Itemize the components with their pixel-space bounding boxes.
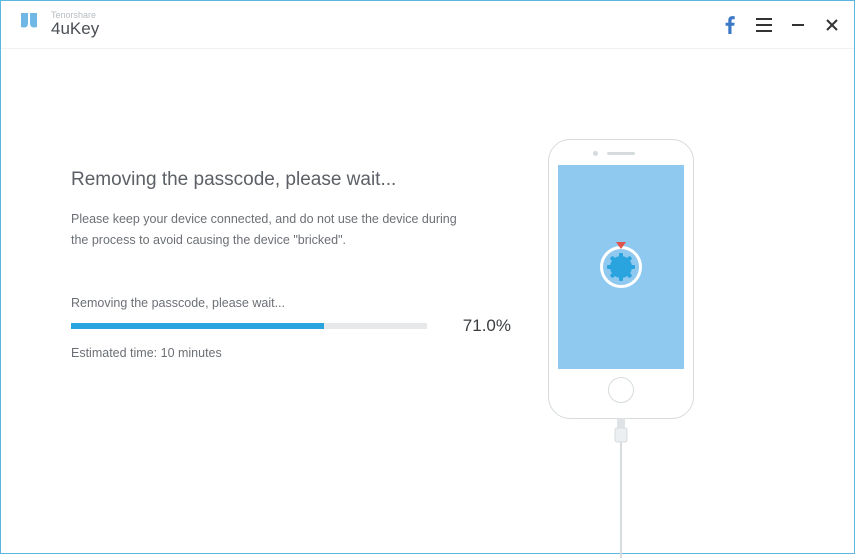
- app-window: Tenorshare 4uKey Removing the passcode, …: [0, 0, 855, 554]
- progress-bar: [71, 323, 427, 329]
- status-description: Please keep your device connected, and d…: [71, 209, 471, 252]
- progress-spinner-icon: [600, 246, 642, 288]
- facebook-icon[interactable]: [720, 15, 740, 35]
- brand-block: Tenorshare 4uKey: [17, 10, 99, 39]
- progress-row: 71.0%: [71, 316, 511, 336]
- close-button[interactable]: [822, 15, 842, 35]
- cable-icon: [611, 418, 631, 558]
- product-name: 4uKey: [51, 20, 99, 39]
- title-bar: Tenorshare 4uKey: [1, 1, 854, 49]
- gear-icon: [610, 256, 632, 278]
- left-pane: Removing the passcode, please wait... Pl…: [71, 119, 511, 523]
- phone-speaker-icon: [607, 152, 635, 155]
- minimize-button[interactable]: [788, 15, 808, 35]
- progress-label: Removing the passcode, please wait...: [71, 296, 511, 310]
- progress-fill: [71, 323, 324, 329]
- phone-home-button-icon: [608, 377, 634, 403]
- phone-camera-icon: [593, 151, 598, 156]
- right-pane: [511, 119, 731, 523]
- main-content: Removing the passcode, please wait... Pl…: [1, 49, 854, 553]
- brand-text: Tenorshare 4uKey: [51, 11, 99, 39]
- progress-percent: 71.0%: [463, 316, 511, 336]
- status-heading: Removing the passcode, please wait...: [71, 169, 511, 191]
- estimated-time: Estimated time: 10 minutes: [71, 346, 511, 360]
- menu-icon[interactable]: [754, 15, 774, 35]
- logo-icon: [17, 10, 41, 39]
- phone-illustration: [548, 139, 694, 419]
- progress-block: Removing the passcode, please wait... 71…: [71, 296, 511, 360]
- phone-screen: [558, 165, 684, 369]
- title-actions: [720, 15, 842, 35]
